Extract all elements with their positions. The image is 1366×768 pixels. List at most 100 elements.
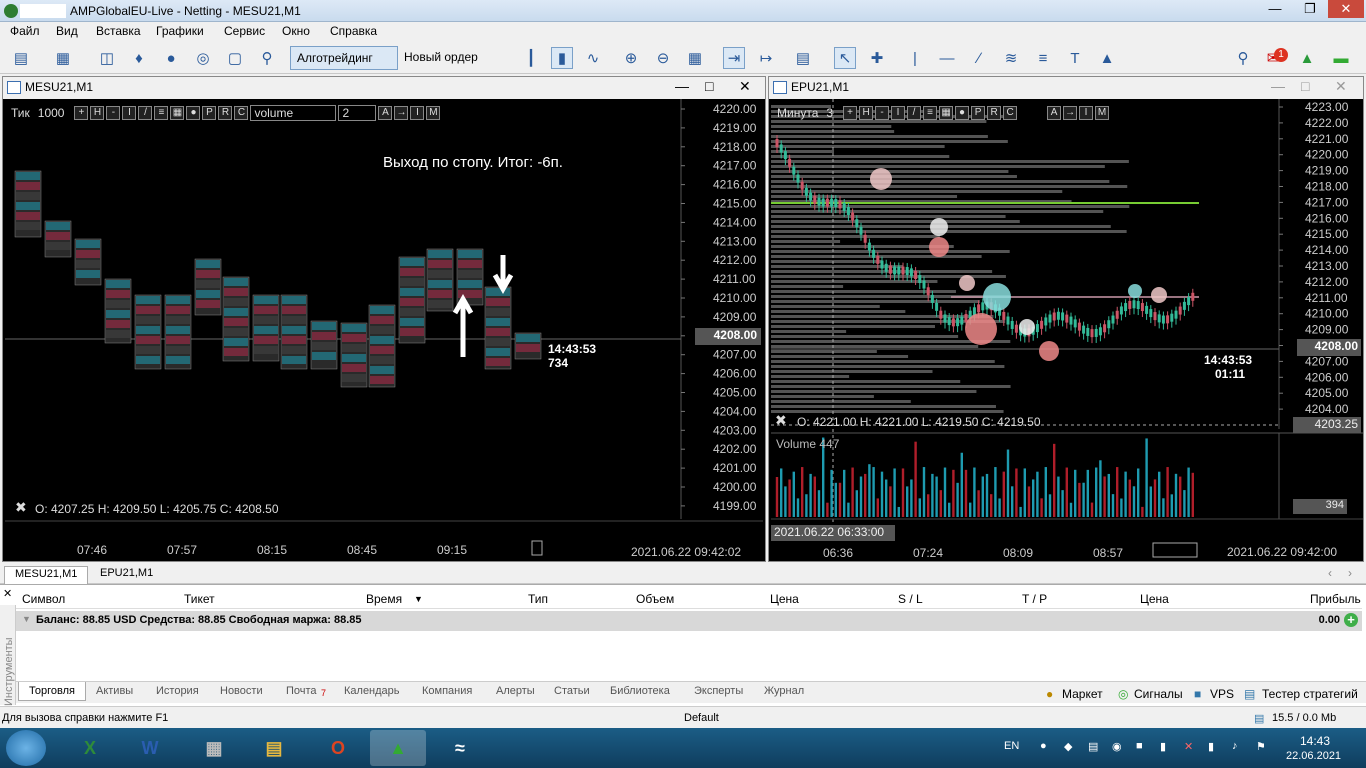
menu-window[interactable]: Окно [282, 24, 310, 38]
tab-calendar[interactable]: Календарь [344, 685, 400, 697]
search-people-icon[interactable]: ⚲ [256, 47, 278, 69]
lines-button[interactable]: ≡ [154, 106, 169, 120]
tray-date[interactable]: 22.06.2021 [1286, 750, 1341, 762]
chart2-close-button[interactable]: ✕ [1335, 78, 1347, 95]
table-button-2[interactable]: ▦ [939, 106, 954, 120]
level-icon[interactable]: ▲ [1296, 47, 1318, 69]
chart-window-mesu21[interactable]: MESU21,M1 — □ ✕ 4220.00 4219.00 4218.00 421… [2, 76, 766, 562]
tab-mesu21[interactable]: MESU21,M1 [4, 566, 89, 584]
metatrader-taskbar-icon[interactable]: ▲ [370, 730, 426, 766]
col-ticket[interactable]: Тикет [184, 592, 215, 606]
menu-file[interactable]: Файл [10, 24, 40, 38]
tile-windows-icon[interactable]: ▦ [684, 47, 706, 69]
tab-history[interactable]: История [156, 685, 199, 697]
tray-volume-icon[interactable]: ♪ [1232, 740, 1238, 752]
chart-maximize-button[interactable]: □ [705, 78, 713, 94]
r-button-2[interactable]: R [987, 106, 1002, 120]
tab-scroll-right-icon[interactable]: › [1348, 566, 1352, 580]
start-button[interactable] [6, 730, 46, 766]
login-icon[interactable]: ▬ [1330, 47, 1352, 69]
shapes-icon[interactable]: ▲ [1096, 47, 1118, 69]
vertical-line-icon[interactable]: | [904, 47, 926, 69]
p-button-2[interactable]: P [971, 106, 986, 120]
tab-company[interactable]: Компания [422, 685, 472, 697]
minus-button-2[interactable]: - [875, 106, 890, 120]
opera-taskbar-icon[interactable]: O [310, 730, 366, 766]
navigator-icon[interactable]: ◫ [96, 47, 118, 69]
chart-minimize-button[interactable]: — [675, 78, 689, 94]
split-button-2[interactable]: I [1079, 106, 1094, 120]
plus-button-2[interactable]: + [843, 106, 858, 120]
lines-button-2[interactable]: ≡ [923, 106, 938, 120]
chart-window-epu21[interactable]: EPU21,M1 — □ ✕ 4223.00 4222.00 4221.00 4220… [768, 76, 1364, 562]
col-symbol[interactable]: Символ [22, 592, 65, 606]
col-sl[interactable]: S / L [898, 592, 923, 606]
i-button[interactable]: I [122, 106, 137, 120]
c-button-2[interactable]: C [1003, 106, 1018, 120]
h-button[interactable]: H [90, 106, 105, 120]
menu-insert[interactable]: Вставка [96, 24, 141, 38]
tab-library[interactable]: Библиотека [610, 685, 670, 697]
word-taskbar-icon[interactable]: W [122, 730, 178, 766]
plus-button[interactable]: + [74, 106, 89, 120]
terminal-close-icon[interactable]: ✕ [3, 587, 12, 600]
tray-lock-icon[interactable]: ● [1040, 740, 1047, 752]
draw-button-2[interactable]: / [907, 106, 922, 120]
close-button[interactable]: ✕ [1328, 0, 1364, 18]
circle-button[interactable]: ● [186, 106, 201, 120]
cursor-icon[interactable]: ↖ [834, 47, 856, 69]
tray-bluetooth-icon[interactable]: ◉ [1112, 740, 1122, 753]
tab-experts[interactable]: Эксперты [694, 685, 743, 697]
col-profit[interactable]: Прибыль [1310, 592, 1361, 606]
tray-error-icon[interactable]: ✕ [1184, 740, 1193, 753]
tray-battery-icon[interactable]: ▮ [1160, 740, 1166, 753]
tray-app-icon[interactable]: ■ [1136, 740, 1143, 752]
lock-icon[interactable]: ● [160, 47, 182, 69]
col-volume[interactable]: Объем [636, 592, 674, 606]
chart2-minimize-button[interactable]: — [1271, 78, 1285, 94]
maximize-button[interactable]: ❐ [1293, 0, 1327, 18]
tray-flag-icon[interactable]: ⚑ [1256, 740, 1266, 753]
tab-assets[interactable]: Активы [96, 685, 133, 697]
explorer-taskbar-icon[interactable]: ▤ [246, 730, 302, 766]
c-button[interactable]: C [234, 106, 249, 120]
m-button[interactable]: M [426, 106, 441, 120]
candle-volume-chart[interactable]: 4223.00 4222.00 4221.00 4220.00 4219.00 4218.… [771, 99, 1363, 561]
arrow-button[interactable]: → [394, 106, 409, 120]
col-time[interactable]: Время [366, 592, 402, 606]
crosshair-tool-icon-2[interactable]: ✖ [775, 412, 787, 429]
menu-view[interactable]: Вид [56, 24, 78, 38]
candle-chart-icon[interactable]: ▮ [551, 47, 573, 69]
zoom-out-icon[interactable]: ⊖ [652, 47, 674, 69]
menu-charts[interactable]: Графики [156, 24, 204, 38]
arrow-button-2[interactable]: → [1063, 106, 1078, 120]
chart-body[interactable]: 4220.00 4219.00 4218.00 4217.00 4216.00 4215.… [5, 99, 763, 559]
line-chart-icon[interactable]: ∿ [582, 47, 604, 69]
tray-network-icon[interactable]: ▤ [1088, 740, 1098, 753]
tab-scroll-left-icon[interactable]: ‹ [1328, 566, 1332, 580]
horizontal-line-icon[interactable]: — [936, 47, 958, 69]
chart2-maximize-button[interactable]: □ [1301, 78, 1309, 94]
text-icon[interactable]: T [1064, 47, 1086, 69]
chart-shift-icon[interactable]: ↦ [755, 47, 777, 69]
split-button[interactable]: I [410, 106, 425, 120]
chart-body-2[interactable]: 4223.00 4222.00 4221.00 4220.00 4219.00 4218.… [771, 99, 1363, 561]
col-tp[interactable]: T / P [1022, 592, 1047, 606]
tab-articles[interactable]: Статьи [554, 685, 590, 697]
h-button-2[interactable]: H [859, 106, 874, 120]
fibonacci-icon[interactable]: ≡ [1032, 47, 1054, 69]
col-price-current[interactable]: Цена [1140, 592, 1169, 606]
a-button[interactable]: A [378, 106, 393, 120]
excel-taskbar-icon[interactable]: X [62, 730, 118, 766]
signals-icon[interactable]: ◎ [192, 47, 214, 69]
bar-chart-icon[interactable]: ┃ [520, 47, 542, 69]
tab-mail[interactable]: Почта [286, 685, 317, 697]
tab-journal[interactable]: Журнал [764, 685, 804, 697]
calculator-taskbar-icon[interactable]: ▦ [186, 730, 242, 766]
circle-button-2[interactable]: ● [955, 106, 970, 120]
p-button[interactable]: P [202, 106, 217, 120]
lang-indicator[interactable]: EN [1004, 740, 1019, 752]
market-watch-icon[interactable]: ♦ [128, 47, 150, 69]
tab-signals[interactable]: Сигналы [1134, 687, 1183, 701]
profiles-icon[interactable]: ▦ [52, 47, 74, 69]
